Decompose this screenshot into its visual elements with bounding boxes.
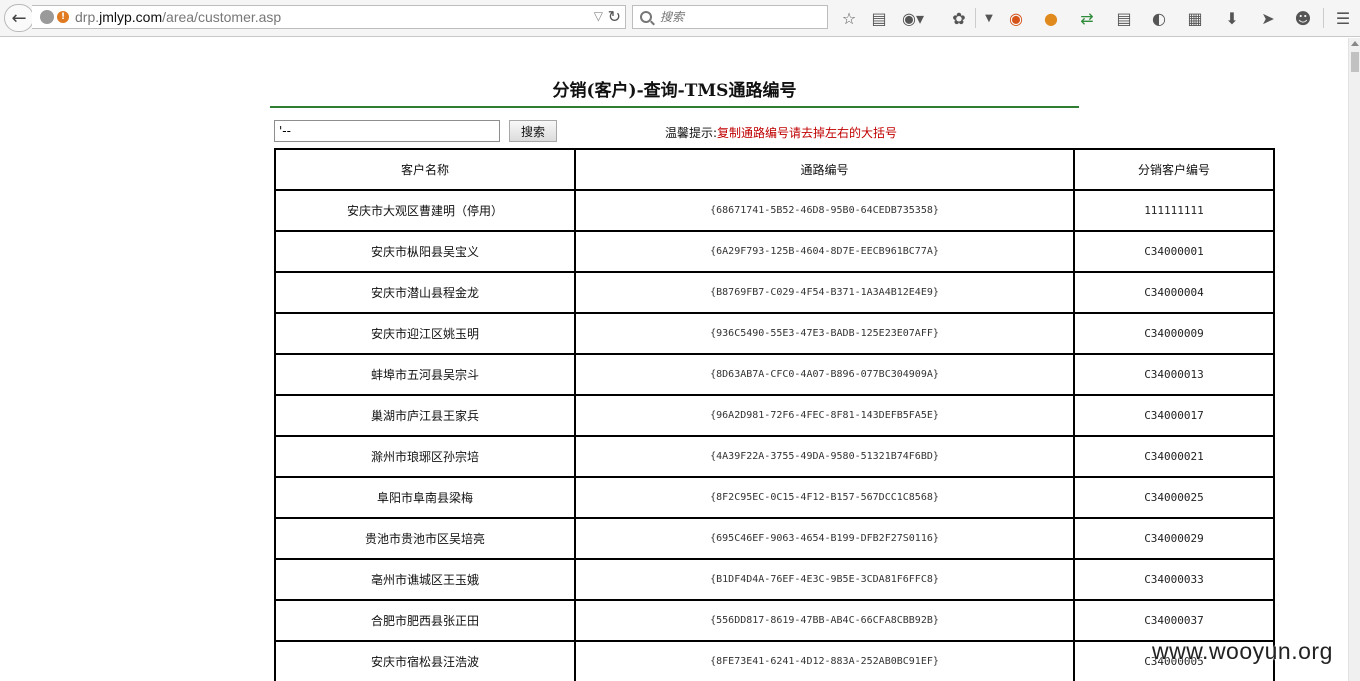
tip-label: 温馨提示: bbox=[665, 126, 718, 140]
customer-name-cell: 安庆市潜山县程金龙 bbox=[274, 271, 576, 314]
toolbar-separator bbox=[975, 8, 976, 28]
table-row: 合肥市肥西县张正田 {556DD817-8619-47BB-AB4C-66CFA8… bbox=[274, 599, 1275, 642]
customer-name-cell: 巢湖市庐江县王家兵 bbox=[274, 394, 576, 437]
firebug-icon[interactable]: ● bbox=[1040, 7, 1062, 29]
scrollbar-thumb[interactable] bbox=[1351, 52, 1359, 72]
channel-code-cell: {556DD817-8619-47BB-AB4C-66CFA8CBB92B} bbox=[574, 599, 1075, 642]
customer-code-cell: C34000033 bbox=[1073, 558, 1275, 601]
customer-name-cell: 安庆市宿松县汪浩波 bbox=[274, 640, 576, 681]
channel-code-cell: {4A39F22A-3755-49DA-9580-51321B74F6BD} bbox=[574, 435, 1075, 478]
tip-message: 复制通路编号请去掉左右的大括号 bbox=[717, 126, 898, 140]
channel-code-cell: {B1DF4D4A-76EF-4E3C-9B5E-3CDA81F6FFC8} bbox=[574, 558, 1075, 601]
customer-code-cell: C34000017 bbox=[1073, 394, 1275, 437]
table-row: 亳州市谯城区王玉娥 {B1DF4D4A-76EF-4E3C-9B5E-3CDA81… bbox=[274, 558, 1275, 601]
sync-arrows-icon[interactable]: ⇄ bbox=[1076, 7, 1098, 29]
search-button[interactable]: 搜索 bbox=[509, 120, 557, 142]
customer-name-cell: 合肥市肥西县张正田 bbox=[274, 599, 576, 642]
globe-icon bbox=[40, 10, 54, 24]
customer-name-cell: 安庆市枞阳县吴宝义 bbox=[274, 230, 576, 273]
channel-code-cell: {96A2D981-72F6-4FEC-8F81-143DEFB5FA5E} bbox=[574, 394, 1075, 437]
channel-code-cell: {68671741-5B52-46D8-95B0-64CEDB735358} bbox=[574, 189, 1075, 232]
customer-code-cell: C34000025 bbox=[1073, 476, 1275, 519]
table-row: 安庆市枞阳县吴宝义 {6A29F793-125B-4604-8D7E-EECB96… bbox=[274, 230, 1275, 273]
customer-name-cell: 亳州市谯城区王玉娥 bbox=[274, 558, 576, 601]
customer-code-cell: C34000009 bbox=[1073, 312, 1275, 355]
table-row: 安庆市迎江区姚玉明 {936C5490-55E3-47E3-BADB-125E23… bbox=[274, 312, 1275, 355]
channel-code-cell: {8D63AB7A-CFC0-4A07-B896-077BC304909A} bbox=[574, 353, 1075, 396]
chat-icon[interactable]: ☻ bbox=[1292, 7, 1314, 29]
table-row: 贵池市贵池市区吴培亮 {695C46EF-9063-4654-B199-DFB2F… bbox=[274, 517, 1275, 560]
scroll-up-icon[interactable] bbox=[1351, 41, 1359, 46]
channel-code-cell: {8FE73E41-6241-4D12-883A-252AB0BC91EF} bbox=[574, 640, 1075, 681]
customer-name-cell: 安庆市迎江区姚玉明 bbox=[274, 312, 576, 355]
title-divider bbox=[270, 106, 1079, 108]
reload-icon[interactable]: ↻ bbox=[608, 7, 621, 26]
toolbar-separator bbox=[1323, 8, 1324, 28]
url-path: /area/customer.asp bbox=[162, 9, 282, 25]
customer-code-cell: C34000037 bbox=[1073, 599, 1275, 642]
url-text[interactable]: drp.jmlyp.com/area/customer.asp bbox=[75, 9, 281, 25]
table-header-row: 客户名称 通路编号 分销客户编号 bbox=[274, 148, 1275, 191]
channel-code-cell: {936C5490-55E3-47E3-BADB-125E23E07AFF} bbox=[574, 312, 1075, 355]
chevron-down-icon[interactable]: ▼ bbox=[978, 7, 1000, 29]
customer-code-cell: C34000029 bbox=[1073, 517, 1275, 560]
tip-text: 温馨提示:复制通路编号请去掉左右的大括号 bbox=[665, 124, 897, 141]
customer-name-cell: 蚌埠市五河县吴宗斗 bbox=[274, 353, 576, 396]
page-title: 分销(客户)-查询-TMS通路编号 bbox=[552, 81, 797, 101]
channel-code-cell: {695C46EF-9063-4654-B199-DFB2F27S0116} bbox=[574, 517, 1075, 560]
column-header-channel-code: 通路编号 bbox=[574, 148, 1075, 191]
table-row: 巢湖市庐江县王家兵 {96A2D981-72F6-4FEC-8F81-143DEF… bbox=[274, 394, 1275, 437]
url-domain: jmlyp.com bbox=[99, 9, 163, 25]
channel-code-cell: {8F2C95EC-0C15-4F12-B157-567DCC1C8568} bbox=[574, 476, 1075, 519]
customer-name-cell: 安庆市大观区曹建明（停用） bbox=[274, 189, 576, 232]
browser-search-input[interactable] bbox=[660, 10, 820, 24]
extension-disc-icon[interactable]: ◉▾ bbox=[902, 7, 924, 29]
customer-search-input[interactable] bbox=[274, 120, 500, 142]
reading-list-icon[interactable]: ▤ bbox=[868, 7, 890, 29]
customer-code-cell: C34000013 bbox=[1073, 353, 1275, 396]
customer-code-cell: C34000001 bbox=[1073, 230, 1275, 273]
url-prefix: drp. bbox=[75, 9, 100, 25]
notes-icon[interactable]: ▤ bbox=[1113, 7, 1135, 29]
customer-table: 客户名称 通路编号 分销客户编号 安庆市大观区曹建明（停用） {68671741-… bbox=[274, 148, 1275, 681]
menu-icon[interactable]: ☰ bbox=[1332, 7, 1354, 29]
address-bar[interactable]: ! drp.jmlyp.com/area/customer.asp ▽ ↻ bbox=[32, 5, 626, 29]
customer-code-cell: 111111111 bbox=[1073, 189, 1275, 232]
table-row: 安庆市潜山县程金龙 {B8769FB7-C029-4F54-B371-1A3A4B… bbox=[274, 271, 1275, 314]
search-icon bbox=[640, 11, 652, 23]
table-row: 安庆市宿松县汪浩波 {8FE73E41-6241-4D12-883A-252AB0… bbox=[274, 640, 1275, 681]
table-row: 蚌埠市五河县吴宗斗 {8D63AB7A-CFC0-4A07-B896-077BC3… bbox=[274, 353, 1275, 396]
warning-icon[interactable]: ! bbox=[57, 11, 69, 23]
channel-code-cell: {6A29F793-125B-4604-8D7E-EECB961BC77A} bbox=[574, 230, 1075, 273]
customer-name-cell: 贵池市贵池市区吴培亮 bbox=[274, 517, 576, 560]
url-dropdown-icon[interactable]: ▽ bbox=[594, 9, 603, 23]
grid-icon[interactable]: ▦ bbox=[1184, 7, 1206, 29]
download-arrow-icon[interactable]: ⬇ bbox=[1221, 7, 1243, 29]
vertical-scrollbar[interactable] bbox=[1348, 38, 1360, 681]
browser-search-bar[interactable] bbox=[632, 5, 828, 29]
palette-icon[interactable]: ◐ bbox=[1148, 7, 1170, 29]
table-row: 安庆市大观区曹建明（停用） {68671741-5B52-46D8-95B0-64… bbox=[274, 189, 1275, 232]
table-row: 阜阳市阜南县梁梅 {8F2C95EC-0C15-4F12-B157-567DCC1… bbox=[274, 476, 1275, 519]
page-content: 分销(客户)-查询-TMS通路编号 搜索 温馨提示:复制通路编号请去掉左右的大括… bbox=[0, 38, 1348, 681]
column-header-customer-name: 客户名称 bbox=[274, 148, 576, 191]
back-arrow-icon[interactable]: ← bbox=[4, 4, 34, 32]
send-icon[interactable]: ➤ bbox=[1257, 7, 1279, 29]
channel-code-cell: {B8769FB7-C029-4F54-B371-1A3A4B12E4E9} bbox=[574, 271, 1075, 314]
bookmark-star-icon[interactable]: ☆ bbox=[838, 7, 860, 29]
column-header-customer-code: 分销客户编号 bbox=[1073, 148, 1275, 191]
customer-code-cell: C34000021 bbox=[1073, 435, 1275, 478]
watermark: www.wooyun.org bbox=[1152, 638, 1333, 664]
table-row: 滁州市琅琊区孙宗培 {4A39F22A-3755-49DA-9580-51321B… bbox=[274, 435, 1275, 478]
bug-icon[interactable]: ✿ bbox=[948, 7, 970, 29]
customer-name-cell: 滁州市琅琊区孙宗培 bbox=[274, 435, 576, 478]
customer-code-cell: C34000004 bbox=[1073, 271, 1275, 314]
block-icon[interactable]: ◉ bbox=[1005, 7, 1027, 29]
browser-toolbar: ← ! drp.jmlyp.com/area/customer.asp ▽ ↻ … bbox=[0, 0, 1360, 37]
customer-name-cell: 阜阳市阜南县梁梅 bbox=[274, 476, 576, 519]
